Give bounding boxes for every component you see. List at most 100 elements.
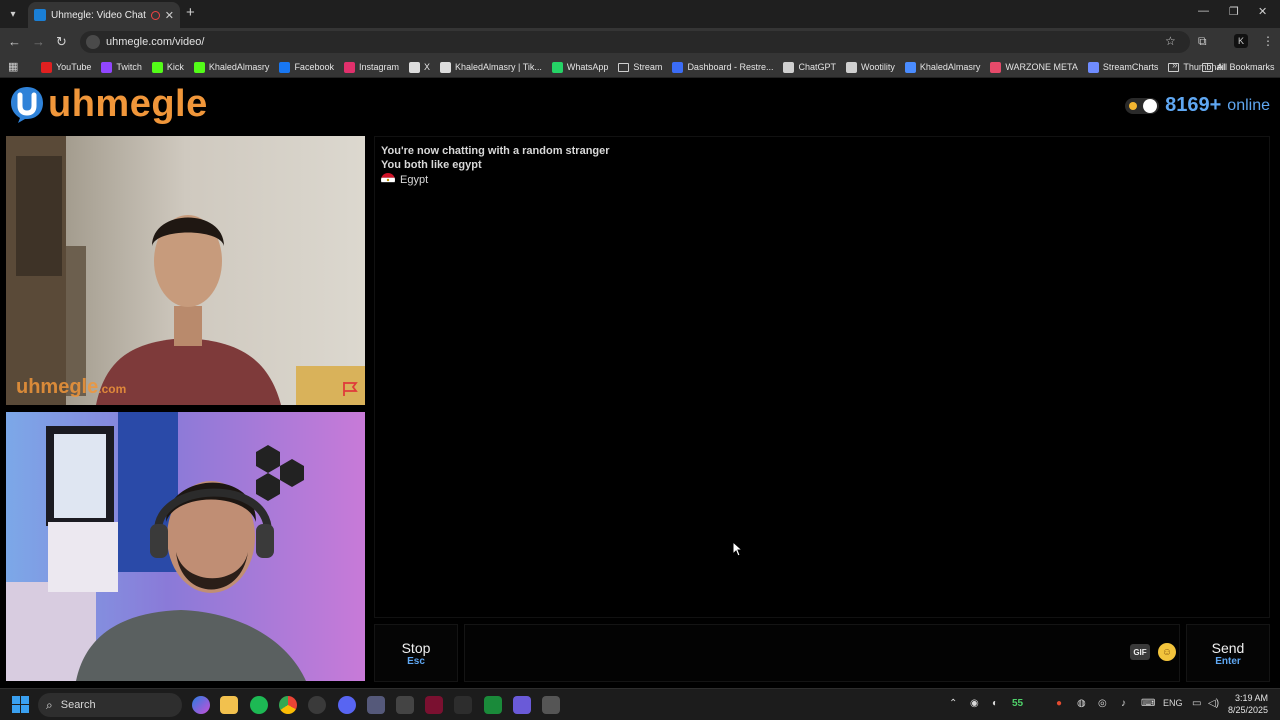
watermark-main: uhmegle (16, 376, 99, 398)
keyboard-icon[interactable]: ⌨ (1141, 698, 1155, 709)
bookmark-item[interactable]: KhaledAlmasry (900, 61, 986, 73)
uhmegle-favicon-icon (34, 9, 46, 21)
message-input[interactable] (464, 624, 1180, 682)
microphone-icon[interactable]: ♪ (1121, 698, 1126, 709)
stranger-country: Egypt (381, 173, 428, 187)
volume-icon[interactable]: ◁) (1208, 698, 1219, 709)
profile-avatar-icon[interactable]: K (1234, 34, 1248, 48)
bookmark-item[interactable]: X (404, 61, 435, 73)
meta-icon (904, 61, 916, 73)
online-label: online (1227, 96, 1270, 114)
theme-toggle[interactable] (1125, 97, 1160, 114)
taskbar-search[interactable]: ⌕ Search (38, 693, 182, 717)
uhmegle-page: uhmegle 8169+ online uhmegle.com You're … (0, 78, 1280, 686)
language-indicator[interactable]: ENG (1163, 698, 1183, 708)
facebook-icon (279, 61, 291, 73)
windows-start-icon[interactable] (12, 696, 29, 713)
menu-kebab-icon[interactable]: ⋮ (1262, 34, 1274, 48)
bookmark-item[interactable]: WhatsApp (547, 61, 614, 73)
steam-icon[interactable] (542, 696, 560, 714)
bookmark-item[interactable]: YouTube (36, 61, 96, 73)
send-label: Send (1211, 639, 1245, 656)
window-close-icon[interactable]: ✕ (1258, 5, 1267, 18)
bookmark-label: ChatGPT (798, 62, 836, 72)
bookmark-item[interactable]: ChatGPT (778, 61, 841, 73)
stranger-country-name: Egypt (400, 174, 429, 186)
tray-app-red-icon[interactable]: ● (1056, 698, 1062, 709)
online-counter: 8169+ online (1125, 94, 1270, 117)
bookmark-item[interactable]: Twitch (96, 61, 147, 73)
apps-grid-icon[interactable]: ▦ (8, 60, 18, 73)
browser-tab[interactable]: Uhmegle: Video Chat | Omegle ✕ (28, 2, 180, 28)
logo-text: uhmegle (48, 83, 208, 125)
bookmark-label: KhaledAlmasry (208, 62, 270, 72)
reload-icon[interactable]: ↻ (56, 34, 67, 50)
all-bookmarks-button[interactable]: All Bookmarks (1202, 56, 1275, 78)
bookmark-item[interactable]: Instagram (339, 61, 404, 73)
app-icon[interactable] (367, 696, 385, 714)
keyboard-app-icon[interactable] (396, 696, 414, 714)
stop-button[interactable]: Stop Esc (374, 624, 458, 682)
kick-icon (151, 61, 163, 73)
forward-arrow-icon[interactable]: → (32, 34, 45, 49)
stop-shortcut: Esc (407, 655, 425, 667)
valorant-icon[interactable] (425, 696, 443, 714)
controller-icon[interactable] (513, 696, 531, 714)
call-of-duty-icon[interactable] (454, 696, 472, 714)
watermark-suffix: .com (98, 382, 127, 396)
tab-search-chevron-icon[interactable]: ▾ (4, 5, 22, 23)
gif-button[interactable]: GIF (1130, 644, 1150, 660)
bookmark-item[interactable]: StreamCharts (1083, 61, 1164, 73)
bookmark-item[interactable]: KhaledAlmasry (189, 61, 275, 73)
site-info-icon[interactable] (86, 35, 100, 49)
windows-taskbar: ⌕ Search ⌃ ◉ ◐ 55 ● ◍ ◎ ♪ ⌨ ENG ▭ ◁) 3:1… (0, 688, 1280, 720)
mouse-cursor-icon (732, 541, 742, 557)
bookmarks-overflow-icon[interactable]: » (1172, 60, 1178, 71)
bookmark-item[interactable]: KhaledAlmasry | Tik... (435, 61, 547, 73)
bookmark-item[interactable]: WARZONE META (985, 61, 1083, 73)
emoji-icon[interactable]: ☺ (1158, 643, 1176, 661)
taskbar-clock[interactable]: 3:19 AM 8/25/2025 (1228, 692, 1268, 716)
back-arrow-icon[interactable]: ← (8, 34, 21, 49)
chat-log: You're now chatting with a random strang… (374, 136, 1270, 618)
bookmark-label: Instagram (358, 62, 399, 72)
recording-indicator-icon (150, 10, 160, 20)
uhmegle-watermark: uhmegle.com (16, 376, 126, 399)
tab-title: Uhmegle: Video Chat | Omegle (51, 9, 146, 21)
obs-icon[interactable] (308, 696, 326, 714)
network-icon[interactable]: ▭ (1192, 698, 1201, 709)
new-tab-plus-icon[interactable]: + (186, 4, 195, 21)
restore-icon[interactable]: ❐ (1229, 5, 1239, 18)
site-logo[interactable]: uhmegle (8, 84, 208, 124)
bookmark-label: Stream (633, 62, 663, 72)
bookmark-label: X (424, 62, 431, 72)
bookmark-item[interactable]: Facebook (274, 61, 339, 73)
file-explorer-icon[interactable] (220, 696, 238, 714)
send-button[interactable]: Send Enter (1186, 624, 1270, 682)
tray-overflow-chevron-icon[interactable]: ⌃ (949, 698, 957, 709)
tray-app-icon-3[interactable]: ◎ (1098, 698, 1107, 709)
bookmark-item[interactable]: Wootility (841, 61, 900, 73)
tray-badge-count[interactable]: 55 (1012, 698, 1023, 709)
copilot-icon[interactable] (192, 696, 210, 714)
extensions-icon[interactable]: ⧉ (1198, 34, 1207, 49)
discord-icon[interactable] (338, 696, 356, 714)
bookmark-label: Facebook (294, 62, 334, 72)
bookmark-item[interactable]: Dashboard - Restre... (667, 61, 778, 73)
bookmark-label: KhaledAlmasry | Tik... (455, 62, 542, 72)
tray-app-icon-2[interactable]: ◍ (1077, 698, 1086, 709)
spotify-icon[interactable] (250, 696, 268, 714)
discord-tray-icon[interactable]: ◉ (970, 698, 979, 709)
bookmark-star-icon[interactable]: ☆ (1165, 34, 1176, 48)
address-bar[interactable]: uhmegle.com/video/ (80, 31, 1190, 53)
tab-close-icon[interactable]: ✕ (165, 9, 174, 22)
bookmark-label: KhaledAlmasry (919, 62, 981, 72)
browser-tab-bar: ▾ Uhmegle: Video Chat | Omegle ✕ + — ❐ ✕ (0, 0, 1280, 28)
minimize-icon[interactable]: — (1198, 5, 1209, 17)
bookmark-item[interactable]: Kick (147, 61, 189, 73)
report-flag-icon[interactable] (341, 381, 359, 397)
razer-icon[interactable] (484, 696, 502, 714)
bookmark-item[interactable]: Stream (613, 62, 667, 72)
tray-app-icon[interactable]: ◐ (992, 698, 998, 709)
chrome-icon[interactable] (279, 696, 297, 714)
